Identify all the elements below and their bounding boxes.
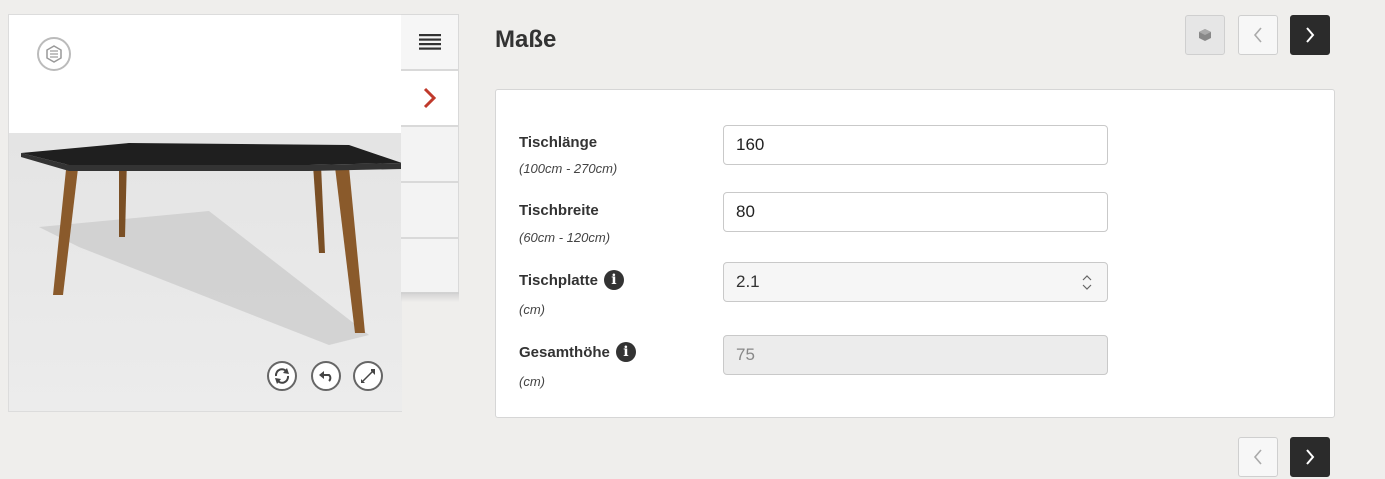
tab-shadow	[401, 292, 459, 302]
chevron-right-icon	[1306, 449, 1315, 465]
fullscreen-icon[interactable]	[353, 361, 383, 391]
tabletop-select[interactable]: 2.1	[723, 262, 1108, 302]
field-label-length: Tischlänge	[519, 134, 598, 151]
width-input[interactable]: 80	[723, 192, 1108, 232]
next-step-button-bottom[interactable]	[1290, 437, 1330, 477]
table-3d-model[interactable]	[9, 15, 402, 411]
chevron-right-icon	[423, 87, 436, 109]
product-viewer[interactable]	[8, 14, 402, 412]
tab-step-4[interactable]	[401, 182, 459, 238]
prev-step-button-bottom[interactable]	[1238, 437, 1278, 477]
length-input[interactable]: 160	[723, 125, 1108, 165]
field-hint-tabletop: (cm)	[519, 302, 545, 317]
field-hint-width: (60cm - 120cm)	[519, 230, 611, 245]
info-icon[interactable]: i	[615, 342, 636, 362]
field-label-tabletop: Tischplatte i	[519, 270, 624, 290]
tabletop-value: 2.1	[736, 272, 760, 291]
prev-step-button[interactable]	[1238, 15, 1278, 55]
info-icon[interactable]: i	[603, 270, 624, 290]
total-height-input: 75	[723, 335, 1108, 375]
side-tab-bar	[401, 14, 459, 294]
menu-icon	[418, 34, 441, 50]
field-label-total-height: Gesamthöhe i	[519, 342, 636, 362]
cube-icon	[1199, 29, 1211, 41]
ar-cube-icon[interactable]	[37, 37, 71, 71]
rotate-icon[interactable]	[267, 361, 297, 391]
tab-dimensions[interactable]	[401, 70, 459, 126]
undo-icon[interactable]	[311, 361, 341, 391]
tab-step-3[interactable]	[401, 126, 459, 182]
chevron-left-icon	[1253, 449, 1262, 465]
field-hint-total-height: (cm)	[519, 374, 545, 389]
field-hint-length: (100cm - 270cm)	[519, 161, 618, 176]
ar-view-button[interactable]	[1185, 15, 1225, 55]
field-label-width: Tischbreite	[519, 202, 599, 219]
chevron-left-icon	[1253, 27, 1262, 43]
menu-tab[interactable]	[401, 14, 459, 70]
tab-step-5[interactable]	[401, 238, 459, 294]
chevron-right-icon	[1306, 27, 1315, 43]
next-step-button[interactable]	[1290, 15, 1330, 55]
dimensions-panel: Tischlänge (100cm - 270cm) 160 Tischbrei…	[495, 89, 1335, 418]
select-arrows-icon	[1082, 275, 1092, 290]
page-title: Maße	[495, 26, 557, 53]
